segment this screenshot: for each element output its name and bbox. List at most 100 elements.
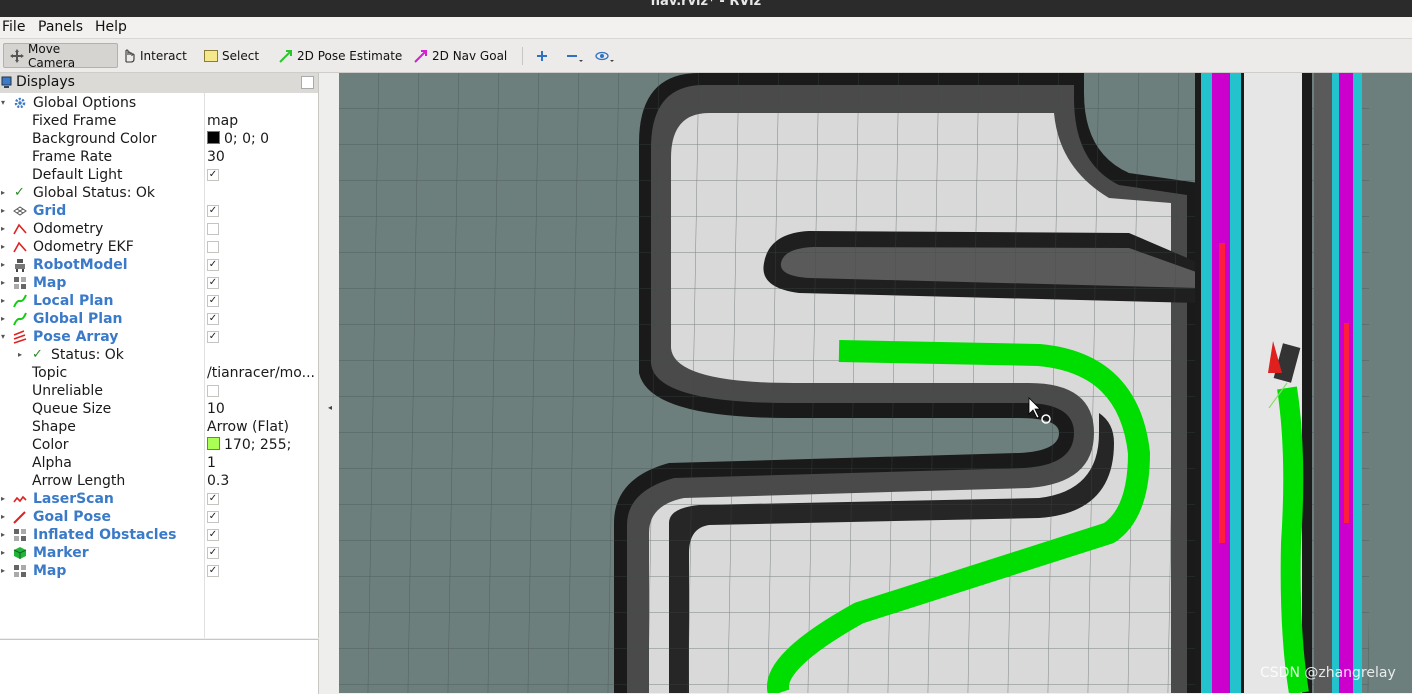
move-camera-button[interactable]: Move Camera (3, 42, 118, 70)
panel-splitter[interactable]: ◂ (319, 73, 339, 693)
tree-row-shape[interactable]: Shape Arrow (Flat) (0, 418, 318, 436)
interact-button[interactable]: Interact (122, 43, 187, 68)
tree-row-alpha[interactable]: Alpha 1 (0, 454, 318, 472)
tree-row-pose-array[interactable]: ▾ Pose Array ✓ (0, 328, 318, 346)
menu-panels[interactable]: Panels (38, 19, 83, 35)
tree-row-map-2[interactable]: ▸ Map ✓ (0, 562, 318, 580)
color-swatch[interactable] (207, 437, 220, 450)
tree-row-inflated-obstacles[interactable]: ▸ Inflated Obstacles ✓ (0, 526, 318, 544)
checkbox-checked[interactable]: ✓ (207, 331, 219, 343)
checkbox-checked[interactable]: ✓ (207, 493, 219, 505)
select-button[interactable]: Select (204, 43, 259, 68)
tree-row-arrow-length[interactable]: Arrow Length 0.3 (0, 472, 318, 490)
tree-row-goal-pose[interactable]: ▸ Goal Pose ✓ (0, 508, 318, 526)
tree-row-frame-rate[interactable]: Frame Rate 30 (0, 148, 318, 166)
tree-row-local-plan[interactable]: ▸ Local Plan ✓ (0, 292, 318, 310)
row-value[interactable]: 10 (207, 400, 225, 418)
expand-arrow-icon[interactable]: ▸ (1, 292, 5, 310)
expand-arrow-icon[interactable]: ▸ (1, 238, 5, 256)
expand-arrow-icon[interactable]: ▸ (1, 256, 5, 274)
checkbox-checked[interactable]: ✓ (207, 295, 219, 307)
row-label: Shape (32, 419, 76, 435)
expand-arrow-icon[interactable]: ▸ (1, 202, 5, 220)
color-swatch[interactable] (207, 131, 220, 144)
checkbox-checked[interactable]: ✓ (207, 259, 219, 271)
expand-arrow-icon[interactable]: ▸ (1, 544, 5, 562)
row-label: Grid (33, 203, 67, 219)
nav-goal-label: 2D Nav Goal (432, 48, 508, 63)
checkbox-checked[interactable]: ✓ (207, 565, 219, 577)
checkbox-checked[interactable]: ✓ (207, 547, 219, 559)
expand-arrow-icon[interactable]: ▸ (18, 346, 22, 364)
row-label: Frame Rate (32, 149, 113, 165)
row-label: Color (32, 437, 69, 453)
pose-estimate-arrow-icon (279, 49, 292, 63)
menu-help[interactable]: Help (95, 19, 127, 35)
tree-row-pose-array-status[interactable]: ▸ ✓ Status: Ok (0, 346, 318, 364)
row-label: Global Plan (33, 311, 123, 327)
3d-render-viewport[interactable] (339, 73, 1412, 693)
row-value[interactable]: 0.3 (207, 472, 229, 490)
expand-arrow-icon[interactable]: ▾ (1, 94, 5, 112)
tree-row-laser-scan[interactable]: ▸ LaserScan ✓ (0, 490, 318, 508)
tree-row-unreliable[interactable]: Unreliable (0, 382, 318, 400)
checkbox-checked[interactable]: ✓ (207, 205, 219, 217)
tree-row-robot-model[interactable]: ▸ RobotModel ✓ (0, 256, 318, 274)
row-value[interactable]: 30 (207, 148, 225, 166)
row-value[interactable]: Arrow (Flat) (207, 418, 289, 436)
expand-arrow-icon[interactable]: ▸ (1, 526, 5, 544)
tree-row-odometry-ekf[interactable]: ▸ Odometry EKF (0, 238, 318, 256)
row-value[interactable]: /tianracer/mo... (207, 364, 315, 382)
tree-row-default-light[interactable]: Default Light ✓ (0, 166, 318, 184)
tree-row-marker[interactable]: ▸ Marker ✓ (0, 544, 318, 562)
collapse-panel-arrow-icon[interactable]: ◂ (328, 403, 332, 412)
remove-tool-button[interactable] (565, 43, 585, 68)
row-label: RobotModel (33, 257, 128, 273)
tree-row-topic[interactable]: Topic /tianracer/mo... (0, 364, 318, 382)
row-value[interactable]: 170; 255; (207, 436, 291, 454)
tree-row-global-status[interactable]: ▸ ✓ Global Status: Ok (0, 184, 318, 202)
checkbox-unchecked[interactable] (207, 223, 219, 235)
checkbox-checked[interactable]: ✓ (207, 313, 219, 325)
expand-arrow-icon[interactable]: ▸ (1, 490, 5, 508)
gear-icon (14, 97, 26, 109)
expand-arrow-icon[interactable]: ▸ (1, 274, 5, 292)
row-label: Marker (33, 545, 89, 561)
tree-row-odometry[interactable]: ▸ Odometry (0, 220, 318, 238)
expand-arrow-icon[interactable]: ▸ (1, 310, 5, 328)
row-value[interactable]: 0; 0; 0 (207, 130, 269, 148)
toolbar-separator (522, 47, 523, 65)
checkbox-unchecked[interactable] (207, 241, 219, 253)
menu-file[interactable]: File (2, 19, 25, 35)
tree-row-global-options[interactable]: ▾ Global Options (0, 94, 318, 112)
checkbox-unchecked[interactable] (207, 385, 219, 397)
tree-row-global-plan[interactable]: ▸ Global Plan ✓ (0, 310, 318, 328)
add-tool-button[interactable] (535, 43, 549, 68)
checkbox-checked[interactable]: ✓ (207, 511, 219, 523)
expand-arrow-icon[interactable]: ▸ (1, 220, 5, 238)
window-titlebar: nav.rviz* - RViz (0, 0, 1412, 17)
tree-row-queue-size[interactable]: Queue Size 10 (0, 400, 318, 418)
checkbox-checked[interactable]: ✓ (207, 277, 219, 289)
view-tool-button[interactable] (595, 43, 617, 68)
checkbox-checked[interactable]: ✓ (207, 169, 219, 181)
nav-goal-button[interactable]: 2D Nav Goal (414, 43, 507, 68)
checkbox-checked[interactable]: ✓ (207, 529, 219, 541)
panel-float-button[interactable] (301, 76, 314, 89)
watermark-text: CSDN @zhangrelay (1260, 665, 1396, 681)
properties-description-panel (0, 639, 319, 694)
row-value[interactable]: 1 (207, 454, 216, 472)
tree-row-color[interactable]: Color 170; 255; (0, 436, 318, 454)
pose-estimate-button[interactable]: 2D Pose Estimate (279, 43, 402, 68)
tree-row-fixed-frame[interactable]: Fixed Frame map (0, 112, 318, 130)
expand-arrow-icon[interactable]: ▸ (1, 508, 5, 526)
tree-row-grid[interactable]: ▸ Grid ✓ (0, 202, 318, 220)
expand-arrow-icon[interactable]: ▸ (1, 184, 5, 202)
row-label: Arrow Length (32, 473, 126, 489)
collapse-arrow-icon[interactable]: ▾ (1, 328, 5, 346)
row-value[interactable]: map (207, 112, 238, 130)
row-label: Status: Ok (51, 347, 124, 363)
tree-row-map[interactable]: ▸ Map ✓ (0, 274, 318, 292)
expand-arrow-icon[interactable]: ▸ (1, 562, 5, 580)
tree-row-background-color[interactable]: Background Color 0; 0; 0 (0, 130, 318, 148)
